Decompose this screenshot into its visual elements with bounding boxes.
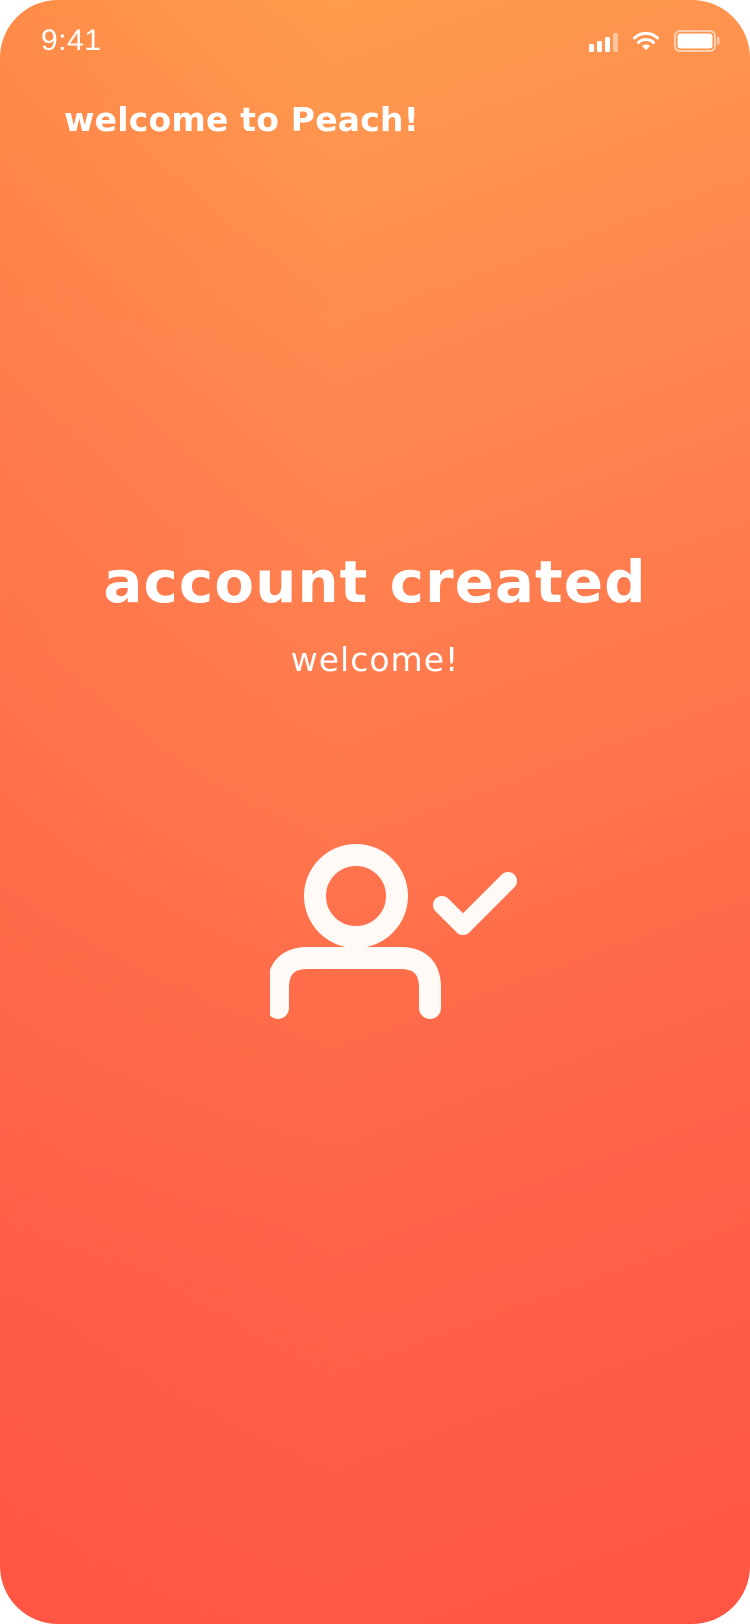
status-bar: 9:41 — [0, 0, 750, 88]
user-check-icon — [267, 840, 540, 1060]
app-screen: 9:41 welcome to Peach! account created w… — [0, 0, 750, 1624]
status-icons — [589, 30, 720, 52]
battery-icon — [674, 30, 720, 52]
page-subtitle: welcome! — [290, 640, 460, 679]
status-time: 9:41 — [41, 24, 102, 57]
cellular-signal-icon — [589, 30, 618, 52]
app-header-title: welcome to Peach! — [64, 100, 419, 139]
wifi-icon — [632, 30, 660, 52]
page-title: account created — [103, 548, 647, 616]
